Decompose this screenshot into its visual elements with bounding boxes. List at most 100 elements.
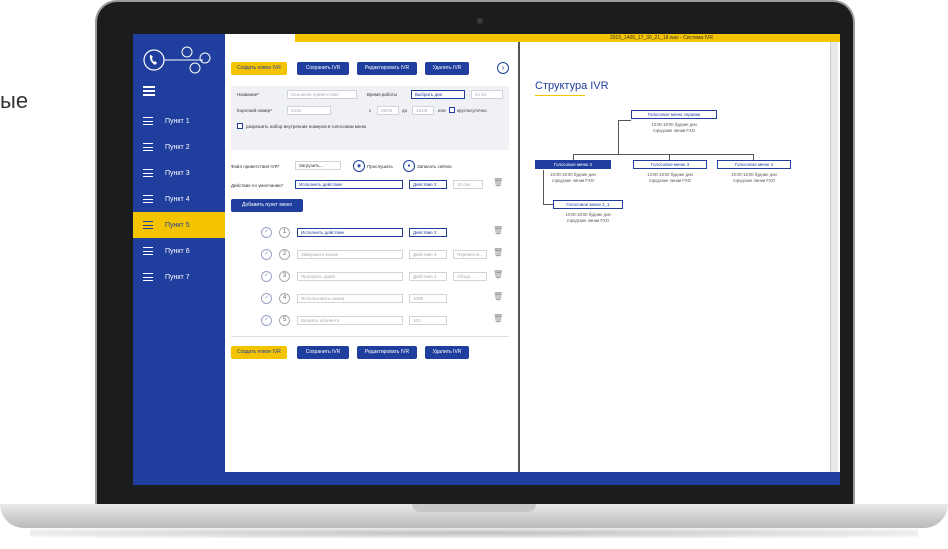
trash-icon[interactable]: 🗑	[493, 292, 503, 301]
ivr-node-level2[interactable]: Голосовое меню 2_1	[553, 200, 623, 209]
menu-target-input[interactable]: 1006	[409, 294, 447, 303]
check-circle-icon[interactable]: ✓	[261, 227, 272, 238]
sidebar-item-4[interactable]: Пункт 4	[133, 186, 225, 212]
menu-number: 4	[279, 293, 290, 304]
allow-dial-checkbox[interactable]	[237, 123, 243, 129]
short-number-input[interactable]: 2215	[287, 106, 331, 115]
edit-ivr-button-bottom[interactable]: Редактировать IVR	[357, 346, 417, 359]
ivr-node-info: 10:00-18:00 будние дни городские линии F…	[551, 212, 625, 223]
default-timeout-input[interactable]: 10 сек	[453, 180, 483, 189]
sidebar-item-3[interactable]: Пункт 3	[133, 160, 225, 186]
menu-extra-select[interactable]: Перевести...	[453, 250, 487, 259]
delete-ivr-button[interactable]: Удалить IVR	[425, 62, 469, 75]
node-line: городские линии FXO	[648, 177, 692, 183]
ivr-root-node[interactable]: Голосовое меню справки	[631, 110, 717, 119]
sidebar-item-5[interactable]: Пункт 5	[133, 212, 225, 238]
sidebar-item-label: Пункт 4	[165, 195, 190, 203]
sidebar-item-label: Пункт 6	[165, 247, 190, 255]
menu-action-select[interactable]: Исполнить действие	[297, 228, 403, 237]
save-ivr-button-bottom[interactable]: Сохранить IVR	[297, 346, 349, 359]
add-menu-item-button[interactable]: Добавить пункт меню	[231, 199, 303, 212]
ivr-node-level1[interactable]: Голосовое меню 3	[633, 160, 707, 169]
ivr-node-info: 10:00-18:00 будние дни городские линии F…	[535, 172, 611, 183]
panel-divider[interactable]	[518, 42, 520, 472]
sliders-icon	[143, 117, 153, 125]
node-line: городские линии FXO	[566, 217, 610, 223]
trash-icon[interactable]: 🗑	[493, 248, 503, 257]
sliders-icon	[143, 273, 153, 281]
trash-icon[interactable]: 🗑	[493, 270, 503, 279]
listen-label[interactable]: Прослушать	[367, 164, 393, 169]
sidebar-item-label: Пункт 1	[165, 117, 190, 125]
check-circle-icon[interactable]: ✓	[261, 315, 272, 326]
window-title: 2015_1406_17_30_21_18.wav - Система IVR	[610, 35, 713, 41]
from-time-input[interactable]: 09:00	[377, 106, 399, 115]
name-label: Название*	[237, 92, 259, 97]
trash-icon[interactable]: 🗑	[493, 226, 503, 235]
menu-target-select[interactable]: Действие 2	[409, 272, 447, 281]
divider	[231, 336, 509, 337]
work-time-label: Время работы	[367, 92, 398, 97]
title-bar: 2015_1406_17_30_21_18.wav - Система IVR	[225, 34, 840, 42]
connector-line	[618, 120, 631, 121]
sliders-icon	[143, 247, 153, 255]
bottom-bar	[225, 472, 840, 485]
sidebar-item-1[interactable]: Пункт 1	[133, 108, 225, 134]
microphone-icon[interactable]: ●	[403, 160, 415, 172]
menu-action-select[interactable]: Использовать номер	[297, 294, 403, 303]
create-ivr-button-bottom[interactable]: Создать новое IVR	[231, 346, 287, 359]
ivr-structure-panel: Структура IVR Голосовое меню справки 13:…	[521, 42, 828, 472]
check-circle-icon[interactable]: ✓	[261, 271, 272, 282]
connector-line	[543, 204, 553, 205]
sidebar-item-6[interactable]: Пункт 6	[133, 238, 225, 264]
days-select[interactable]: Выбрать дни	[411, 90, 465, 99]
ivr-node-level1[interactable]: Голосовое меню 4	[717, 160, 791, 169]
create-ivr-button[interactable]: Создать новое IVR	[231, 62, 287, 75]
round-clock-checkbox[interactable]	[449, 107, 455, 113]
menu-action-select[interactable]: Проиграть файл	[297, 272, 403, 281]
sidebar-item-label: Пункт 7	[165, 273, 190, 281]
menu-number: 1	[279, 227, 290, 238]
or-label: или	[438, 108, 446, 113]
speaker-icon[interactable]: ◉	[353, 160, 365, 172]
sliders-icon	[143, 143, 153, 151]
sliders-icon	[143, 195, 153, 203]
menu-action-select[interactable]: Вызвать абонента	[297, 316, 403, 325]
phone-ivr-logo-icon	[143, 44, 213, 80]
delete-ivr-button-bottom[interactable]: Удалить IVR	[425, 346, 469, 359]
default-action-select[interactable]: Исполнить действие	[295, 180, 403, 189]
name-input[interactable]: Основное приветствие	[287, 90, 357, 99]
sliders-icon	[143, 169, 153, 177]
node-line: городские линии FXO	[551, 177, 595, 183]
trash-icon[interactable]: 🗑	[493, 314, 503, 323]
menu-target-select[interactable]: Действие 3	[409, 250, 447, 259]
upload-button[interactable]: Загрузить...	[295, 161, 341, 170]
to-label: до	[402, 108, 408, 113]
default-target-select[interactable]: Действие 2	[409, 180, 447, 189]
greeting-file-label: Файл приветствия IVR*	[231, 164, 280, 169]
save-ivr-button[interactable]: Сохранить IVR	[297, 62, 349, 75]
sidebar-item-label: Пункт 5	[165, 221, 190, 229]
ivr-node-info: 13:00-18:00 будние дни городские линии F…	[627, 122, 721, 133]
hamburger-menu-icon[interactable]	[143, 86, 155, 96]
menu-extra-select[interactable]: Обзор...	[453, 272, 487, 281]
laptop-screen: Пункт 1 Пункт 2 Пункт 3 Пункт 4 Пункт 5 …	[133, 34, 840, 485]
time-input[interactable]: по во	[471, 90, 503, 99]
vertical-scrollbar[interactable]	[830, 42, 838, 472]
menu-number: 3	[279, 271, 290, 282]
menu-target-input[interactable]: 101	[409, 316, 447, 325]
check-circle-icon[interactable]: ✓	[261, 293, 272, 304]
sidebar-item-label: Пункт 3	[165, 169, 190, 177]
to-time-input[interactable]: 18:00	[412, 106, 434, 115]
menu-action-select[interactable]: Завершить вызов	[297, 250, 403, 259]
ivr-node-level1[interactable]: Голосовое меню 2	[535, 160, 611, 169]
ivr-settings-box: Название* Основное приветствие Время раб…	[231, 86, 509, 150]
check-circle-icon[interactable]: ✓	[261, 249, 272, 260]
sidebar-item-2[interactable]: Пункт 2	[133, 134, 225, 160]
sidebar-item-7[interactable]: Пункт 7	[133, 264, 225, 290]
trash-icon[interactable]: 🗑	[493, 178, 503, 187]
chevron-right-icon[interactable]: ›	[497, 62, 509, 74]
record-label[interactable]: Записать сейчас	[417, 164, 452, 169]
edit-ivr-button[interactable]: Редактировать IVR	[357, 62, 417, 75]
menu-target-select[interactable]: Действие 2	[409, 228, 447, 237]
